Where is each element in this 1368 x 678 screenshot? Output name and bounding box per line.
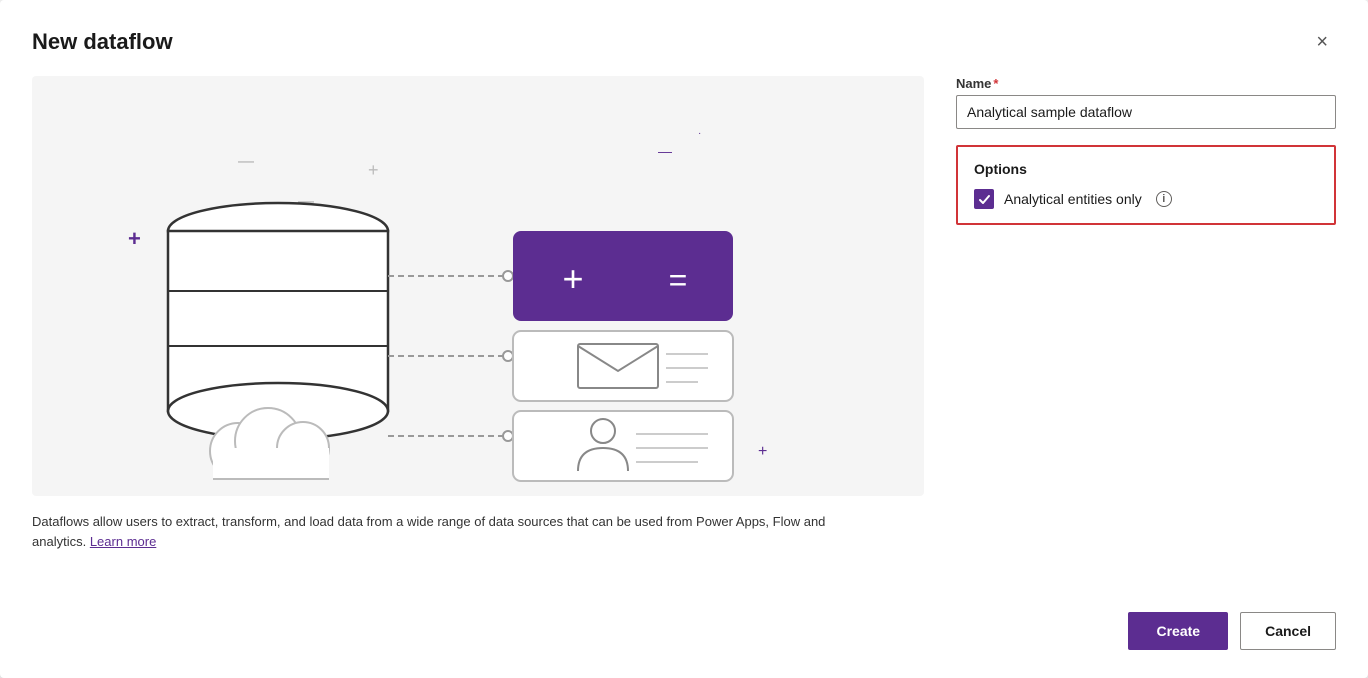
svg-text:—: — bbox=[238, 153, 254, 170]
checkbox-label: Analytical entities only bbox=[1004, 191, 1142, 207]
cancel-button[interactable]: Cancel bbox=[1240, 612, 1336, 650]
left-panel: + + — — + + — · bbox=[32, 76, 924, 588]
close-button[interactable]: × bbox=[1308, 28, 1336, 56]
dialog-body: + + — — + + — · bbox=[32, 76, 1336, 588]
svg-text:—: — bbox=[658, 143, 672, 159]
name-input[interactable] bbox=[956, 95, 1336, 129]
illustration-area: + + — — + + — · bbox=[32, 76, 924, 496]
dialog-title: New dataflow bbox=[32, 29, 173, 55]
new-dataflow-dialog: New dataflow × + + — — + + — · bbox=[0, 0, 1368, 678]
svg-text:+: + bbox=[562, 258, 583, 299]
analytical-entities-checkbox[interactable] bbox=[974, 189, 994, 209]
svg-text:+: + bbox=[758, 443, 767, 460]
learn-more-link[interactable]: Learn more bbox=[90, 534, 156, 549]
required-star: * bbox=[993, 76, 998, 91]
svg-text:·: · bbox=[698, 128, 701, 139]
checkbox-row: Analytical entities only i bbox=[974, 189, 1318, 209]
name-label: Name* bbox=[956, 76, 1336, 91]
create-button[interactable]: Create bbox=[1128, 612, 1228, 650]
right-panel: Name* Options Analytical entities only i bbox=[956, 76, 1336, 588]
dialog-footer: Create Cancel bbox=[32, 612, 1336, 650]
info-icon[interactable]: i bbox=[1156, 191, 1172, 207]
options-title: Options bbox=[974, 161, 1318, 177]
svg-text:=: = bbox=[669, 262, 688, 298]
svg-text:+: + bbox=[368, 160, 379, 180]
description-area: Dataflows allow users to extract, transf… bbox=[32, 512, 852, 551]
name-field-container: Name* bbox=[956, 76, 1336, 129]
svg-text:+: + bbox=[128, 226, 141, 251]
dialog-header: New dataflow × bbox=[32, 28, 1336, 56]
options-box: Options Analytical entities only i bbox=[956, 145, 1336, 225]
